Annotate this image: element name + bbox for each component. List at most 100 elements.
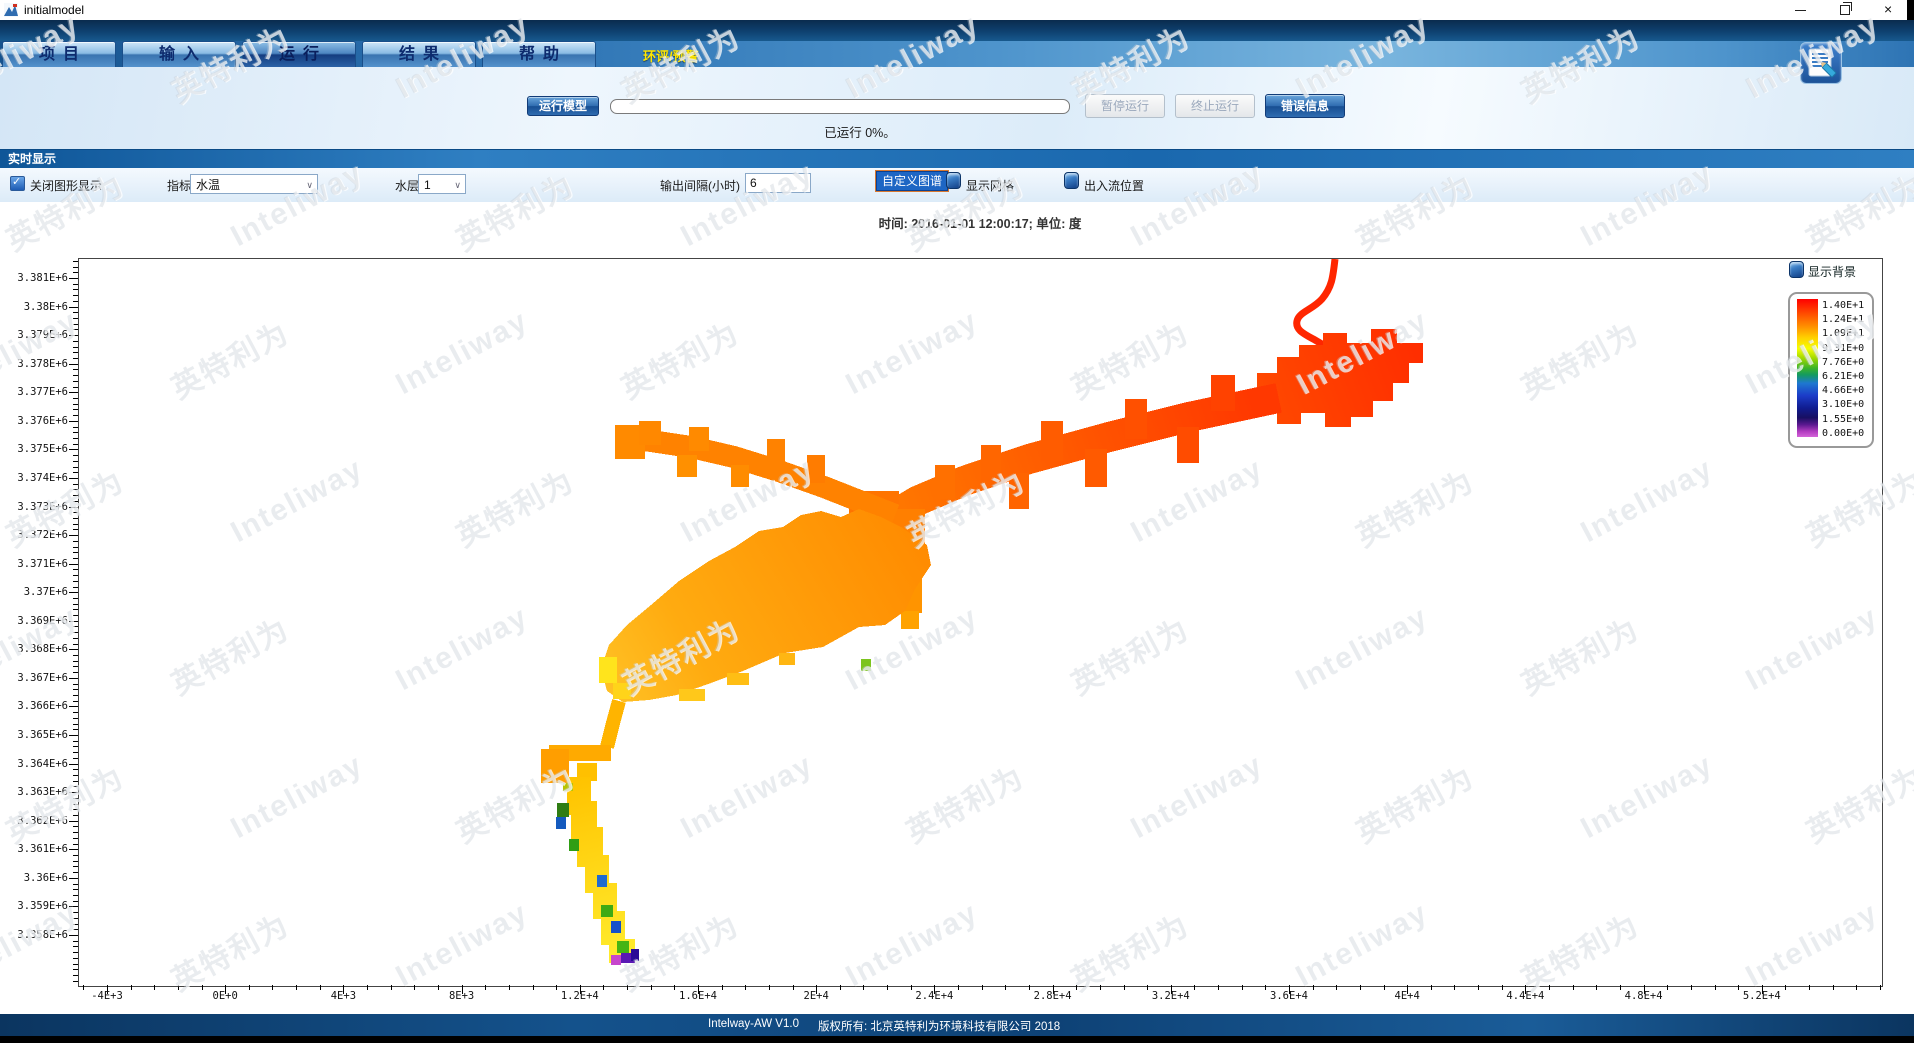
tab-2[interactable]: 运行 [242,41,356,67]
y-axis-tick [73,552,78,553]
custom-palette-link[interactable]: 自定义图谱 [876,171,948,191]
y-axis-tick [69,849,78,850]
realtime-controls: 关闭图形显示 指标 水温 ∨ 水层 1 ∨ 输出间隔(小时) 自定义图谱 显示网… [0,168,1914,202]
y-axis-tick [73,398,78,399]
realtime-section-header: 实时显示 [0,149,1914,168]
y-axis-tick [73,329,78,330]
ribbon-top-band [0,20,1914,41]
legend-value-label: 4.66E+0 [1822,384,1870,397]
y-axis-tick [73,569,78,570]
y-axis-tick [69,649,78,650]
y-axis-tick-label: 3.364E+6 [0,757,68,771]
x-axis-tick [391,985,392,990]
y-axis-tick-label: 3.381E+6 [0,271,68,285]
y-axis-tick-label: 3.363E+6 [0,785,68,799]
indicator-select[interactable]: 水温 ∨ [190,174,318,194]
close-button[interactable]: × [1876,0,1906,20]
y-axis-tick-label: 3.361E+6 [0,842,68,856]
x-axis-tick [863,985,864,990]
y-axis-tick [73,746,78,747]
x-axis-tick-label: 1.2E+4 [535,990,625,1002]
close-graphics-checkbox[interactable] [10,176,25,191]
x-axis-tick [1573,985,1574,990]
y-axis-tick [73,981,78,982]
minimize-button[interactable] [1785,0,1815,20]
y-axis-tick [73,626,78,627]
close-graphics-label: 关闭图形显示 [30,177,102,194]
progress-caption: 已运行 0%。 [700,122,1020,141]
y-axis-tick-label: 3.375E+6 [0,442,68,456]
show-grid-label: 显示网格 [966,177,1014,194]
y-axis-tick [73,558,78,559]
y-axis-tick [73,741,78,742]
output-interval-input[interactable] [745,173,811,193]
app-icon [4,3,18,17]
stop-run-button[interactable]: 终止运行 [1175,94,1255,118]
x-axis-tick [627,985,628,990]
restore-button[interactable] [1830,0,1860,20]
show-grid-checkbox[interactable] [946,172,961,189]
inout-flow-checkbox[interactable] [1064,172,1079,189]
y-axis-tick [73,375,78,376]
indicator-label: 指标 [167,177,191,194]
y-axis-tick [69,364,78,365]
legend-value-label: 3.10E+0 [1822,398,1870,411]
tab-0[interactable]: 项目 [2,41,116,67]
pause-run-button[interactable]: 暂停运行 [1085,94,1165,118]
layer-select[interactable]: 1 ∨ [418,174,466,194]
run-model-button[interactable]: 运行模型 [527,96,599,116]
inout-flow-label: 出入流位置 [1084,177,1144,194]
indicator-value: 水温 [196,178,220,192]
y-axis-tick [69,706,78,707]
run-toolbar: 运行模型 暂停运行 终止运行 错误信息 已运行 0%。 [0,67,1914,149]
y-axis-tick [73,604,78,605]
y-axis-tick [73,809,78,810]
upstream-river-channel [1257,329,1423,427]
x-axis-tick [296,985,297,990]
error-info-button[interactable]: 错误信息 [1265,94,1345,118]
y-axis-tick-label: 3.371E+6 [0,557,68,571]
y-axis-tick [73,409,78,410]
title-bar: initialmodel × [0,0,1914,21]
y-axis-tick [73,866,78,867]
tab-4[interactable]: 帮助 [482,41,596,67]
y-axis-tick [69,878,78,879]
y-axis-tick [73,472,78,473]
tab-1[interactable]: 输入 [122,41,236,67]
x-axis-tick [1691,985,1692,990]
y-axis-tick [73,769,78,770]
x-axis-tick [414,985,415,990]
x-axis-tick-label: 1.6E+4 [653,990,743,1002]
y-axis-tick [73,832,78,833]
y-axis-tick [73,661,78,662]
app-version: Intelway-AW V1.0 [708,1018,799,1030]
y-axis-tick [73,884,78,885]
y-axis-tick [73,844,78,845]
y-axis-tick [73,598,78,599]
notepad-icon-button[interactable] [1800,42,1842,84]
x-axis-tick [533,985,534,990]
notepad-icon [1801,43,1841,83]
x-axis-tick [745,985,746,990]
tab-3[interactable]: 结果 [362,41,476,67]
y-axis-tick [73,912,78,913]
y-axis-tick [73,924,78,925]
x-axis-tick [1856,985,1857,990]
y-axis-tick [73,889,78,890]
x-axis-tick-label: 2.8E+4 [1008,990,1098,1002]
x-axis-tick-label: 2E+4 [771,990,861,1002]
y-axis-tick [69,421,78,422]
show-background-label: 显示背景 [1808,263,1856,280]
legend-value-label: 7.76E+0 [1822,356,1870,369]
show-background-checkbox[interactable] [1789,261,1804,278]
y-axis-tick [73,358,78,359]
y-axis-tick [73,975,78,976]
main-lake-body [601,509,931,702]
y-axis-tick [69,621,78,622]
tab-env-alert[interactable]: 环评/预警 [643,46,699,65]
layer-value: 1 [424,178,431,192]
y-axis-tick [69,735,78,736]
x-axis-tick [1478,985,1479,990]
x-axis-tick [1596,985,1597,990]
y-axis-tick [73,467,78,468]
